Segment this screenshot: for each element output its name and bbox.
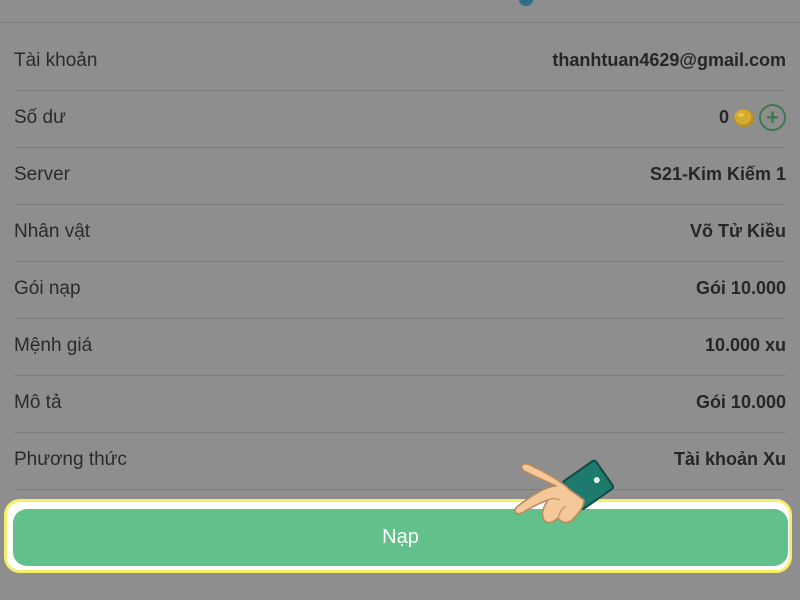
account-label: Tài khoản	[14, 50, 98, 71]
top-divider	[0, 0, 800, 23]
package-value: Gói 10.000	[695, 278, 786, 298]
coin-icon	[733, 107, 755, 129]
server-value: S21-Kim Kiếm 1	[649, 164, 786, 184]
row-denomination: Mệnh giá 10.000 xu	[14, 319, 786, 376]
character-value: Võ Tử Kiều	[689, 221, 786, 241]
denomination-label: Mệnh giá	[14, 335, 93, 356]
row-account: Tài khoản thanhtuan4629@gmail.com	[14, 34, 786, 91]
description-label: Mô tả	[14, 392, 62, 413]
package-label: Gói nạp	[14, 278, 81, 299]
order-details-list: Tài khoản thanhtuan4629@gmail.com Số dư …	[0, 34, 800, 490]
payment-method-value: Tài khoản Xu	[673, 449, 786, 469]
plus-icon: +	[766, 104, 779, 130]
character-label: Nhân vật	[14, 221, 91, 242]
payment-method-label: Phương thức	[14, 449, 127, 470]
description-value: Gói 10.000	[695, 392, 786, 412]
row-balance: Số dư 0 +	[14, 91, 786, 148]
payment-confirmation-screen: Tài khoản thanhtuan4629@gmail.com Số dư …	[0, 0, 800, 600]
account-value: thanhtuan4629@gmail.com	[552, 50, 786, 70]
row-character: Nhân vật Võ Tử Kiều	[14, 205, 786, 262]
row-description: Mô tả Gói 10.000	[14, 376, 786, 433]
row-server: Server S21-Kim Kiếm 1	[14, 148, 786, 205]
top-indicator-dot	[519, 0, 533, 6]
balance-value-group: 0 +	[719, 104, 786, 131]
add-balance-button[interactable]: +	[759, 104, 786, 131]
balance-label: Số dư	[14, 107, 66, 128]
balance-value: 0	[718, 107, 729, 127]
server-label: Server	[14, 164, 70, 185]
row-payment-method: Phương thức Tài khoản Xu	[14, 433, 786, 490]
nap-submit-button[interactable]: Nạp	[13, 509, 788, 566]
denomination-value: 10.000 xu	[704, 335, 786, 355]
pointing-hand-icon	[500, 450, 620, 540]
row-package: Gói nạp Gói 10.000	[14, 262, 786, 319]
